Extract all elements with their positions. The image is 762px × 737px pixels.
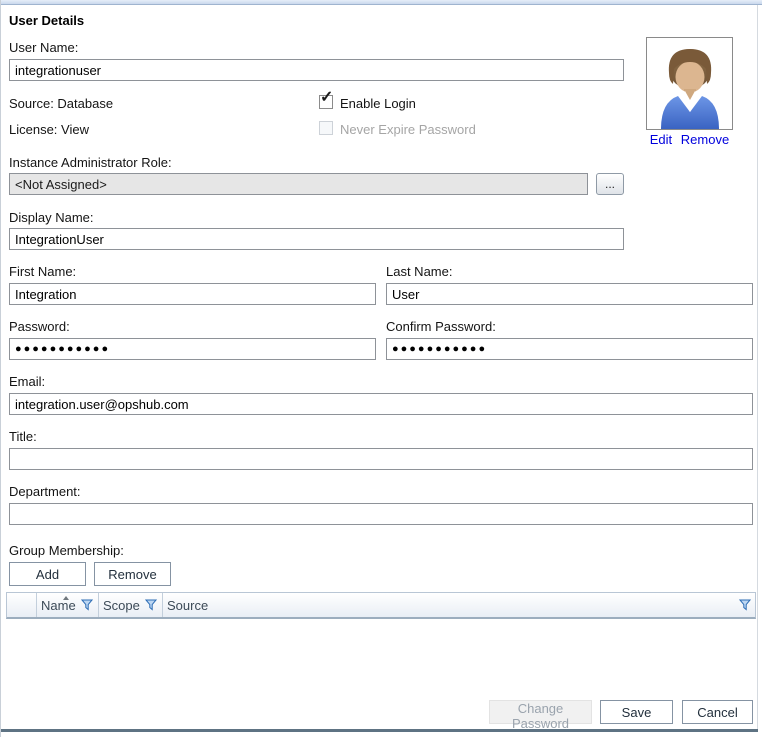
source-filter-icon[interactable] — [739, 599, 751, 611]
sort-asc-icon — [63, 596, 69, 600]
group-membership-label: Group Membership: — [9, 543, 124, 558]
avatar-actions: Edit Remove — [646, 132, 733, 147]
confirm-password-input[interactable] — [386, 338, 753, 360]
page-title: User Details — [9, 13, 84, 28]
name-filter-icon[interactable] — [81, 599, 93, 611]
panel-right-border — [757, 5, 758, 729]
source-column-label: Source — [167, 598, 208, 613]
never-expire-label: Never Expire Password — [340, 122, 476, 137]
cancel-button[interactable]: Cancel — [682, 700, 753, 724]
name-column-label: Name — [41, 598, 76, 613]
browse-role-button[interactable]: ... — [596, 173, 624, 195]
instance-admin-role-field — [9, 173, 588, 195]
password-input[interactable] — [9, 338, 376, 360]
avatar — [646, 37, 733, 130]
top-accent-strip — [1, 0, 762, 5]
remove-group-button[interactable]: Remove — [94, 562, 171, 586]
column-header-scope[interactable]: Scope — [99, 593, 163, 617]
column-header-source[interactable]: Source — [163, 593, 755, 617]
display-name-label: Display Name: — [9, 210, 94, 225]
license-text: License: View — [9, 122, 89, 137]
check-icon: ✓ — [320, 90, 333, 106]
last-name-input[interactable] — [386, 283, 753, 305]
save-button[interactable]: Save — [600, 700, 673, 724]
user-details-panel: User Details User Name: Source: Database… — [0, 0, 762, 737]
user-name-label: User Name: — [9, 40, 78, 55]
instance-admin-role-label: Instance Administrator Role: — [9, 155, 172, 170]
password-label: Password: — [9, 319, 70, 334]
source-text: Source: Database — [9, 96, 113, 111]
email-field[interactable] — [9, 393, 753, 415]
bottom-accent-bar — [1, 729, 758, 732]
user-name-input[interactable] — [9, 59, 624, 81]
title-input[interactable] — [9, 448, 753, 470]
title-label: Title: — [9, 429, 37, 444]
enable-login-checkbox[interactable]: ✓ — [319, 95, 333, 109]
first-name-label: First Name: — [9, 264, 76, 279]
group-table-header: Name Scope Source — [6, 592, 756, 619]
email-label: Email: — [9, 374, 45, 389]
department-input[interactable] — [9, 503, 753, 525]
avatar-edit-link[interactable]: Edit — [650, 132, 672, 147]
scope-filter-icon[interactable] — [145, 599, 157, 611]
first-name-input[interactable] — [9, 283, 376, 305]
user-avatar-icon — [648, 39, 732, 129]
last-name-label: Last Name: — [386, 264, 452, 279]
never-expire-checkbox — [319, 121, 333, 135]
column-header-name[interactable]: Name — [37, 593, 99, 617]
column-header-select — [7, 593, 37, 617]
add-group-button[interactable]: Add — [9, 562, 86, 586]
avatar-remove-link[interactable]: Remove — [681, 132, 729, 147]
department-label: Department: — [9, 484, 81, 499]
enable-login-label: Enable Login — [340, 96, 416, 111]
scope-column-label: Scope — [103, 598, 140, 613]
confirm-password-label: Confirm Password: — [386, 319, 496, 334]
change-password-button: Change Password — [489, 700, 592, 724]
display-name-input[interactable] — [9, 228, 624, 250]
